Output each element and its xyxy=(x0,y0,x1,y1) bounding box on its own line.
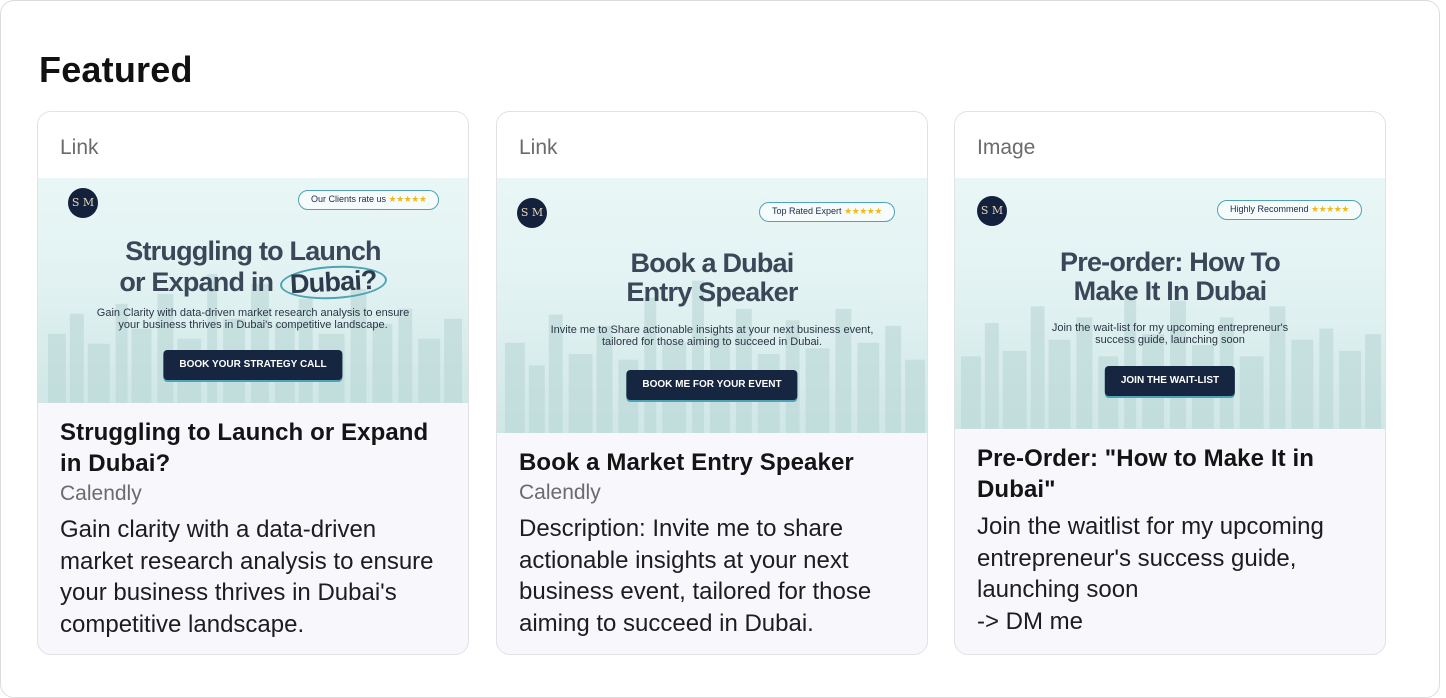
banner-headline-highlight: Dubai? xyxy=(279,263,388,302)
banner-headline-line1: Pre-order: How To xyxy=(1060,247,1281,277)
book-me-for-event-button[interactable]: BOOK ME FOR YOUR EVENT xyxy=(626,370,798,400)
rating-badge-text: Our Clients rate us xyxy=(311,194,387,204)
join-waitlist-button[interactable]: JOIN THE WAIT-LIST xyxy=(1104,366,1236,396)
rating-stars-icon: ★★★★★ xyxy=(388,194,427,204)
card-source: Calendly xyxy=(519,481,601,504)
banner-subtext: Invite me to Share actionable insights a… xyxy=(550,324,874,348)
rating-badge: Top Rated Expert ★★★★★ xyxy=(759,202,895,222)
rating-badge: Highly Recommend ★★★★★ xyxy=(1217,200,1362,220)
card-body: Pre-Order: "How to Make It in Dubai" Joi… xyxy=(955,429,1385,637)
section-title: Featured xyxy=(39,49,193,90)
card-banner-image[interactable]: S M Top Rated Expert ★★★★★ Book a Dubai … xyxy=(497,178,927,433)
card-banner-image[interactable]: S M Highly Recommend ★★★★★ Pre-order: Ho… xyxy=(955,178,1385,429)
brand-logo: S M xyxy=(68,188,98,218)
rating-badge-text: Top Rated Expert xyxy=(772,206,842,216)
card-type-label: Link xyxy=(497,112,927,178)
card-title[interactable]: Pre-Order: "How to Make It in Dubai" xyxy=(977,443,1363,505)
card-description: Description: Invite me to share actionab… xyxy=(519,515,872,637)
banner-headline-line1: Struggling to Launch xyxy=(125,236,381,266)
featured-card-speaker[interactable]: Link S M Top Rated Expert ★★★★★ Book a D… xyxy=(496,111,928,655)
card-title[interactable]: Book a Market Entry Speaker xyxy=(519,447,905,478)
rating-badge: Our Clients rate us ★★★★★ xyxy=(298,190,440,210)
card-type-label: Link xyxy=(38,112,468,178)
banner-headline-line2: Make It In Dubai xyxy=(1073,276,1268,306)
banner-headline-line1: Book a Dubai xyxy=(630,248,795,278)
banner-headline: Struggling to Launch or Expand in Dubai? xyxy=(38,236,468,302)
brand-logo: S M xyxy=(977,196,1007,226)
card-description: Gain clarity with a data-driven market r… xyxy=(60,516,434,638)
card-title[interactable]: Struggling to Launch or Expand in Dubai? xyxy=(60,417,446,479)
brand-logo: S M xyxy=(517,198,547,228)
banner-headline: Book a Dubai Entry Speaker xyxy=(497,249,927,307)
card-type-label: Image xyxy=(955,112,1385,178)
featured-card-strategy-call[interactable]: Link S M Our Clients rate us ★★★★★ Strug… xyxy=(37,111,469,655)
banner-subtext: Gain Clarity with data-driven market res… xyxy=(96,307,410,331)
card-description: Join the waitlist for my upcoming entrep… xyxy=(977,513,1324,635)
featured-section: Featured Link S M Our Clients rate us ★★… xyxy=(0,0,1440,698)
card-body: Struggling to Launch or Expand in Dubai?… xyxy=(38,403,468,640)
featured-card-preorder[interactable]: Image S M Highly Recommend ★★★★★ Pre-ord… xyxy=(954,111,1386,655)
rating-badge-text: Highly Recommend xyxy=(1230,204,1309,214)
banner-headline-line2-text: or Expand in xyxy=(119,267,274,297)
card-body: Book a Market Entry Speaker Calendly Des… xyxy=(497,433,927,639)
banner-headline-line2: or Expand in Dubai? xyxy=(38,263,468,302)
banner-subtext: Join the wait-list for my upcoming entre… xyxy=(1051,322,1289,346)
rating-stars-icon: ★★★★★ xyxy=(844,206,882,216)
banner-headline-line2: Entry Speaker xyxy=(626,277,798,307)
card-banner-image[interactable]: S M Our Clients rate us ★★★★★ Struggling… xyxy=(38,178,468,403)
banner-headline: Pre-order: How To Make It In Dubai xyxy=(955,248,1385,306)
rating-stars-icon: ★★★★★ xyxy=(1311,204,1349,214)
card-source: Calendly xyxy=(60,482,142,505)
book-strategy-call-button[interactable]: BOOK YOUR STRATEGY CALL xyxy=(163,350,343,380)
